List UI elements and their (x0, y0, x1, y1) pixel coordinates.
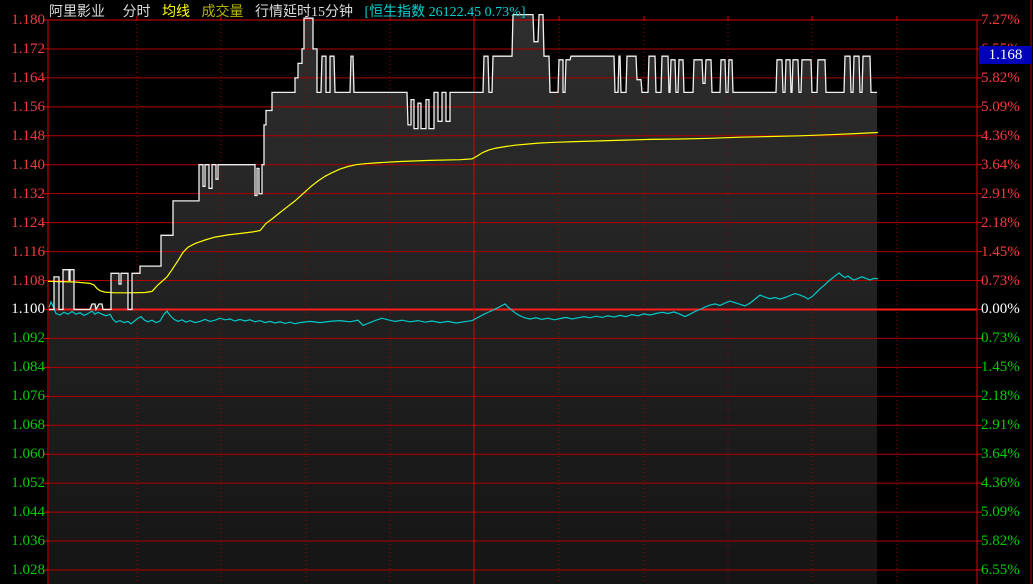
percent-tick-label: 7.27% (981, 11, 1020, 29)
percent-tick-label: 2.91% (981, 185, 1020, 203)
price-tick-label: 1.060 (0, 445, 45, 463)
price-tick-label: 1.180 (0, 11, 45, 29)
price-tick-label: 1.036 (0, 532, 45, 550)
toggle-volume[interactable]: 成交量 (202, 1, 244, 21)
percent-tick-label: 5.09% (981, 98, 1020, 116)
percent-tick-label: 0.00% (981, 300, 1020, 318)
price-tick-label: 1.100 (0, 300, 45, 318)
percent-tick-label: 2.18% (981, 214, 1020, 232)
intraday-chart-canvas[interactable] (0, 0, 1033, 584)
stock-name: 阿里影业 (49, 1, 105, 21)
percent-tick-label: 4.36% (981, 127, 1020, 145)
price-tick-label: 1.116 (0, 243, 45, 261)
price-tick-label: 1.028 (0, 561, 45, 579)
percent-tick-label: 1.45% (981, 243, 1020, 261)
price-tick-label: 1.164 (0, 69, 45, 87)
price-tick-label: 1.076 (0, 387, 45, 405)
percent-tick-label: 5.82% (981, 532, 1020, 550)
toggle-ma-line[interactable]: 均线 (162, 1, 190, 21)
percent-tick-label: 5.82% (981, 69, 1020, 87)
price-tick-label: 1.068 (0, 416, 45, 434)
tab-minute-chart[interactable]: 分时 (123, 1, 151, 21)
percent-tick-label: 0.73% (981, 272, 1020, 290)
percent-tick-label: 6.55% (981, 561, 1020, 579)
index-ticker[interactable]: [恒生指数 26122.45 0.73%] (365, 1, 526, 21)
percent-tick-label: 0.73% (981, 329, 1020, 347)
last-price-marker: 1.168 (979, 46, 1032, 64)
price-tick-label: 1.148 (0, 127, 45, 145)
percent-tick-label: 4.36% (981, 474, 1020, 492)
price-tick-label: 1.084 (0, 358, 45, 376)
price-tick-label: 1.172 (0, 40, 45, 58)
percent-tick-label: 1.45% (981, 358, 1020, 376)
percent-tick-label: 5.09% (981, 503, 1020, 521)
percent-tick-label: 2.18% (981, 387, 1020, 405)
percent-tick-label: 2.91% (981, 416, 1020, 434)
price-tick-label: 1.124 (0, 214, 45, 232)
price-tick-label: 1.044 (0, 503, 45, 521)
price-tick-label: 1.156 (0, 98, 45, 116)
quote-app-window: 阿里影业 分时 均线 成交量 行情延时15分钟 [恒生指数 26122.45 0… (0, 0, 1033, 584)
price-tick-label: 1.132 (0, 185, 45, 203)
delay-notice: 行情延时15分钟 (255, 1, 353, 21)
price-tick-label: 1.108 (0, 272, 45, 290)
quote-header: 阿里影业 分时 均线 成交量 行情延时15分钟 [恒生指数 26122.45 0… (49, 1, 526, 18)
price-tick-label: 1.140 (0, 156, 45, 174)
price-area-fill (49, 15, 877, 584)
percent-tick-label: 3.64% (981, 156, 1020, 174)
percent-tick-label: 3.64% (981, 445, 1020, 463)
price-tick-label: 1.092 (0, 329, 45, 347)
price-tick-label: 1.052 (0, 474, 45, 492)
